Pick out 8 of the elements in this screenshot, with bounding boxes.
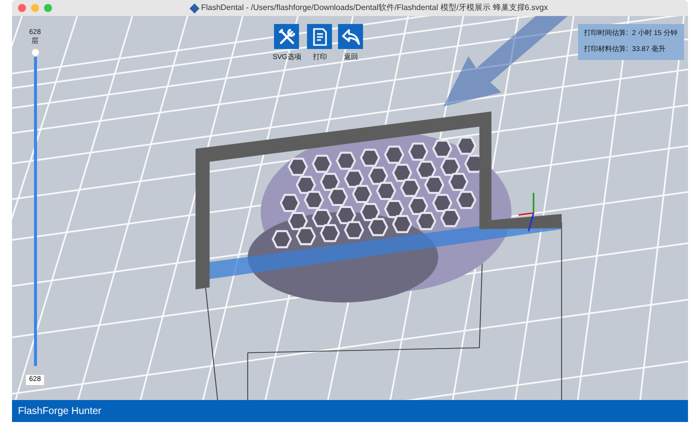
status-text: FlashForge Hunter: [18, 404, 102, 418]
close-window-icon[interactable]: [18, 4, 26, 12]
tools-icon: [276, 26, 297, 46]
back-arrow-icon: [340, 26, 361, 46]
window-title: FlashDental - /Users/flashforge/Downloads/Dental软件/Flashdental 模型/牙模展示 蜂巢支撑6.svgx: [201, 2, 548, 14]
maximize-window-icon[interactable]: [44, 4, 52, 12]
minimize-window-icon[interactable]: [31, 4, 39, 12]
app-icon: [190, 3, 200, 13]
